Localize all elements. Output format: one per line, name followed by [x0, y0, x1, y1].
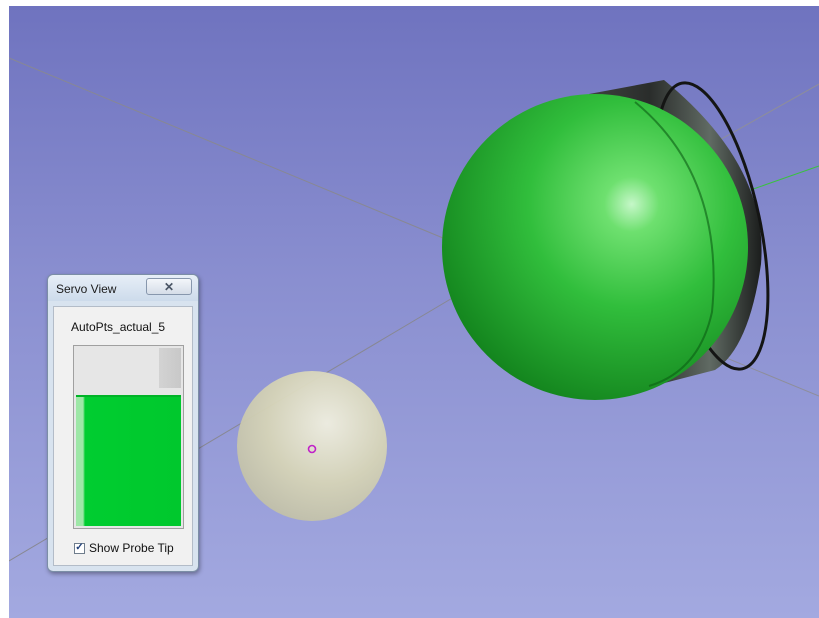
servo-view-titlebar[interactable]: Servo View ✕	[48, 275, 198, 301]
servo-view-window[interactable]: Servo View ✕ AutoPts_actual_5 ✓ Show Pro…	[47, 274, 199, 572]
servo-bar-track-highlight	[159, 348, 181, 388]
show-probe-tip-checkbox[interactable]: ✓	[74, 542, 85, 554]
servo-point-name: AutoPts_actual_5	[71, 320, 166, 334]
servo-level-fill	[76, 395, 181, 526]
target-sphere	[442, 94, 748, 400]
show-probe-tip-toggle[interactable]: ✓ Show Probe Tip	[74, 541, 174, 555]
servo-level-bar	[73, 345, 184, 529]
show-probe-tip-label: Show Probe Tip	[89, 541, 174, 555]
check-mark-icon: ✓	[75, 542, 84, 553]
servo-view-title: Servo View	[56, 282, 117, 296]
servo-view-body: AutoPts_actual_5 ✓ Show Probe Tip	[53, 306, 193, 566]
close-icon: ✕	[163, 279, 175, 294]
axis-line	[9, 57, 444, 239]
close-button[interactable]: ✕	[146, 278, 192, 295]
axis-line	[708, 83, 819, 147]
